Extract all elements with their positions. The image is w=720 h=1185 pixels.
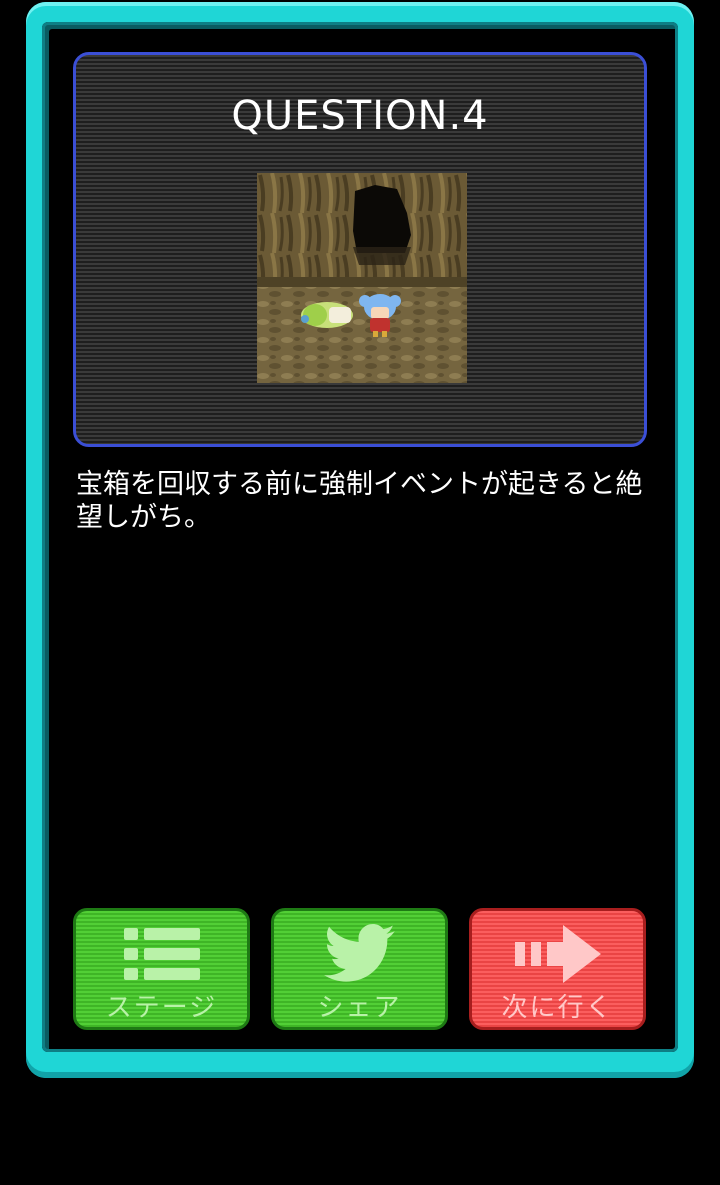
stage-button[interactable]: ステージ (73, 908, 250, 1030)
question-title: QUESTION.4 (231, 93, 489, 139)
question-description: 宝箱を回収する前に強制イベントが起きると絶望しがち。 (76, 469, 643, 533)
next-button[interactable]: 次に行く (469, 908, 646, 1030)
question-scene-image (257, 173, 467, 383)
share-button[interactable]: シェア (271, 908, 448, 1030)
share-button-label: シェア (317, 993, 402, 1023)
arrow-right-icon (472, 923, 643, 985)
twitter-bird-icon (274, 923, 445, 985)
next-button-label: 次に行く (501, 993, 614, 1023)
list-icon (76, 923, 247, 985)
stage-button-label: ステージ (105, 993, 218, 1023)
question-panel: QUESTION.4 (73, 52, 647, 447)
